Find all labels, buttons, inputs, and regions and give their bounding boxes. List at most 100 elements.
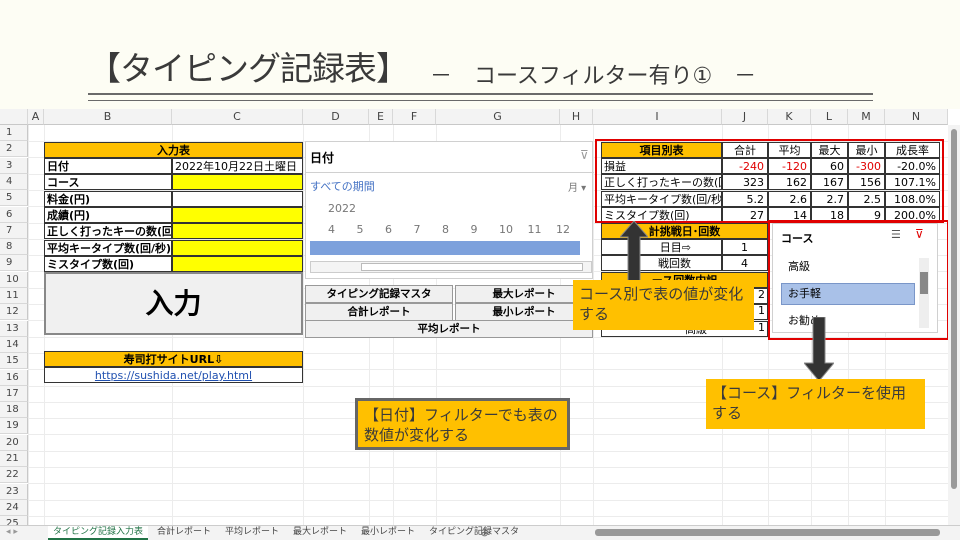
slide-subtitle: － コースフィルター有り① － bbox=[430, 64, 757, 89]
clear-filter-icon[interactable]: ⊽ bbox=[580, 148, 589, 162]
input-field[interactable] bbox=[172, 239, 303, 256]
input-label: 料金(円) bbox=[44, 190, 172, 207]
input-label: 日付 bbox=[44, 158, 172, 174]
input-field[interactable] bbox=[172, 223, 303, 240]
row-header[interactable]: 21 bbox=[0, 451, 28, 467]
master-button[interactable]: タイピング記録マスタ bbox=[305, 285, 453, 303]
spreadsheet[interactable]: ABCDEFGHIJKLMN 1 2 3 4 5 6 7 8 9 10 11 12 13 14 15 16 17… bbox=[0, 109, 960, 540]
month-label[interactable]: 11 bbox=[528, 223, 542, 236]
horizontal-scrollbar[interactable] bbox=[595, 529, 940, 536]
row-header[interactable]: 13 bbox=[0, 320, 28, 337]
avg-report-button[interactable]: 平均レポート bbox=[305, 320, 593, 338]
row-header[interactable]: 8 bbox=[0, 239, 28, 256]
input-label: ミスタイプ数(回) bbox=[44, 255, 172, 272]
column-header[interactable]: E bbox=[369, 109, 393, 125]
column-header[interactable]: F bbox=[393, 109, 436, 125]
input-field[interactable] bbox=[172, 190, 303, 207]
row-header[interactable]: 1 bbox=[0, 125, 28, 141]
month-label[interactable]: 4 bbox=[328, 223, 335, 236]
up-arrow-icon bbox=[618, 220, 650, 282]
row-header[interactable]: 17 bbox=[0, 385, 28, 402]
row-header[interactable]: 20 bbox=[0, 434, 28, 451]
row-header[interactable]: 11 bbox=[0, 288, 28, 304]
row-header[interactable]: 9 bbox=[0, 255, 28, 272]
input-table-header: 入力表 bbox=[44, 142, 303, 158]
row-header[interactable]: 16 bbox=[0, 369, 28, 386]
date-slicer[interactable]: 日付 ⊽ すべての期間 月 ▾ 2022 4 5 6 7 8 9 10 11 12 bbox=[305, 141, 594, 279]
month-label[interactable]: 12 bbox=[556, 223, 570, 236]
sushi-url-link[interactable]: https://sushida.net/play.html bbox=[44, 367, 303, 383]
gridline bbox=[28, 515, 948, 517]
item-table-highlight bbox=[595, 139, 944, 223]
gridline bbox=[303, 125, 304, 525]
month-label[interactable]: 6 bbox=[385, 223, 392, 236]
gridline bbox=[28, 467, 948, 468]
month-label[interactable]: 10 bbox=[499, 223, 513, 236]
row-header[interactable]: 19 bbox=[0, 418, 28, 435]
course-count-value: 1 bbox=[758, 304, 765, 318]
row-header[interactable]: 24 bbox=[0, 499, 28, 516]
column-header[interactable]: D bbox=[303, 109, 369, 125]
month-label[interactable]: 9 bbox=[471, 223, 478, 236]
challenge-value: 4 bbox=[722, 255, 768, 272]
month-labels: 4 5 6 7 8 9 10 11 12 bbox=[306, 223, 594, 237]
input-field[interactable] bbox=[172, 174, 303, 191]
row-header[interactable]: 2 bbox=[0, 141, 28, 158]
course-count-value: 2 bbox=[758, 288, 765, 301]
column-header[interactable]: G bbox=[436, 109, 560, 125]
row-header[interactable]: 5 bbox=[0, 190, 28, 207]
row-header[interactable]: 15 bbox=[0, 353, 28, 370]
column-header[interactable]: B bbox=[44, 109, 172, 125]
gridline bbox=[28, 450, 948, 452]
row-header[interactable]: 14 bbox=[0, 336, 28, 353]
period-label[interactable]: すべての期間 bbox=[310, 178, 375, 194]
add-sheet-icon[interactable]: ⊕ bbox=[480, 526, 489, 539]
input-label: 正しく打ったキーの数(回) bbox=[44, 223, 172, 240]
timeline-scrollbar[interactable] bbox=[310, 261, 592, 273]
input-field[interactable] bbox=[172, 255, 303, 272]
row-header[interactable]: 22 bbox=[0, 467, 28, 484]
sushi-header: 寿司打サイトURL⇩ bbox=[44, 351, 303, 367]
input-field[interactable]: 2022年10月22日土曜日 bbox=[172, 158, 303, 174]
column-header[interactable]: C bbox=[172, 109, 303, 125]
row-header[interactable]: 12 bbox=[0, 304, 28, 321]
row-header[interactable]: 6 bbox=[0, 206, 28, 223]
column-header[interactable]: I bbox=[593, 109, 722, 125]
row-header[interactable]: 18 bbox=[0, 402, 28, 419]
input-field[interactable] bbox=[172, 206, 303, 223]
input-button[interactable]: 入力 bbox=[44, 272, 303, 335]
row-header[interactable]: 10 bbox=[0, 271, 28, 288]
sheet-tab[interactable]: タイピング記録入力表 bbox=[48, 526, 148, 540]
month-label[interactable]: 7 bbox=[414, 223, 421, 236]
sheet-tab[interactable]: 合計レポート bbox=[152, 526, 216, 540]
row-header[interactable]: 7 bbox=[0, 222, 28, 239]
sheet-tab[interactable]: 平均レポート bbox=[220, 526, 284, 540]
input-label: 平均キータイプ数(回/秒) bbox=[44, 239, 172, 256]
title-rule bbox=[88, 93, 873, 95]
course-filter-callout: 【コース】フィルターを使用する bbox=[706, 379, 925, 429]
column-header[interactable]: L bbox=[811, 109, 848, 125]
tab-scroll-left-icon[interactable]: ◂ ▸ bbox=[6, 527, 18, 537]
sheet-tab-bar: ◂ ▸ タイピング記録入力表 合計レポート 平均レポート 最大レポート 最小レポート タイ… bbox=[0, 525, 960, 540]
column-header[interactable]: H bbox=[560, 109, 593, 125]
period-unit-dropdown[interactable]: 月 ▾ bbox=[568, 179, 586, 194]
sheet-tab[interactable]: 最大レポート bbox=[288, 526, 352, 540]
sheet-tab[interactable]: 最小レポート bbox=[356, 526, 420, 540]
year-label: 2022 bbox=[328, 202, 356, 215]
total-report-button[interactable]: 合計レポート bbox=[305, 303, 453, 321]
corner-cell[interactable] bbox=[0, 109, 28, 125]
vertical-scrollbar[interactable] bbox=[948, 125, 960, 525]
timeline-bar[interactable] bbox=[310, 241, 580, 255]
month-label[interactable]: 8 bbox=[442, 223, 449, 236]
row-header[interactable]: 3 bbox=[0, 157, 28, 174]
column-header[interactable]: J bbox=[722, 109, 768, 125]
column-header[interactable]: N bbox=[885, 109, 948, 125]
sheet-tab[interactable]: タイピング記録マスタ bbox=[424, 526, 524, 540]
column-header[interactable]: A bbox=[28, 109, 44, 125]
row-header[interactable]: 23 bbox=[0, 483, 28, 500]
row-header[interactable]: 4 bbox=[0, 173, 28, 190]
column-header[interactable]: M bbox=[848, 109, 885, 125]
input-label: 成績(円) bbox=[44, 206, 172, 223]
column-header[interactable]: K bbox=[768, 109, 811, 125]
month-label[interactable]: 5 bbox=[357, 223, 364, 236]
